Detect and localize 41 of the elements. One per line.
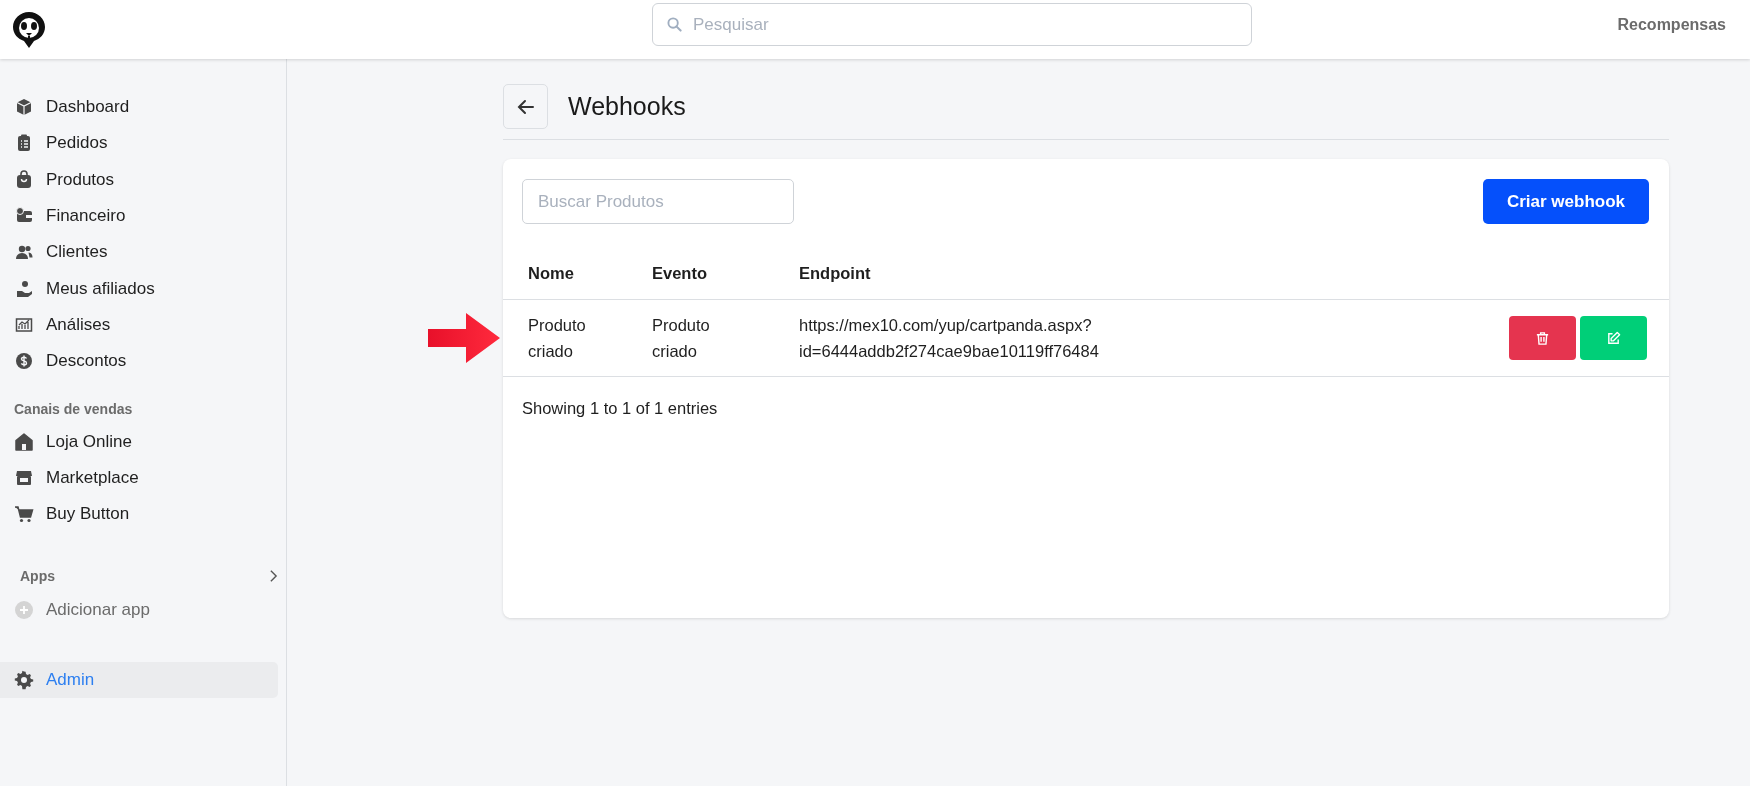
entries-info: Showing 1 to 1 of 1 entries: [521, 398, 719, 418]
create-webhook-button[interactable]: Criar webhook: [1482, 179, 1649, 224]
settings-icon: [14, 669, 34, 690]
cart-icon: [14, 504, 34, 525]
sidebar-item[interactable]: Meus afiliados: [0, 270, 278, 307]
back-button[interactable]: [503, 84, 548, 129]
sidebar-item[interactable]: Clientes: [0, 234, 278, 271]
column-header: Nome: [503, 248, 652, 300]
box-icon: [14, 97, 34, 118]
table-cell-text: Produto criado: [652, 315, 711, 362]
trash-icon: [1535, 330, 1550, 346]
edit-icon: [1606, 330, 1621, 346]
sidebar-item[interactable]: Produtos: [0, 161, 278, 198]
column-header: Endpoint: [799, 248, 1509, 300]
search-field[interactable]: Buscar Produtos: [522, 179, 794, 224]
hand-person-icon: [14, 278, 34, 299]
add-app-item[interactable]: Adicionar app: [0, 592, 278, 629]
panda-logo-icon[interactable]: [12, 10, 46, 49]
chevron-right-icon[interactable]: [269, 569, 278, 584]
sidebar-item[interactable]: Buy Button: [0, 495, 278, 533]
house-icon: [14, 431, 34, 452]
column-header: Evento: [652, 248, 799, 300]
search-field[interactable]: Pesquisar: [652, 3, 1252, 46]
section-heading: Canais de vendas: [13, 401, 134, 418]
page-title: Webhooks: [568, 92, 686, 121]
table-cell-text: https://mex10.com/yup/cartpanda.aspx?id=6444addb2f274cae9bae10119ff76484: [799, 315, 1100, 362]
sidebar-item[interactable]: Financeiro: [0, 197, 278, 235]
dollar-icon: [14, 351, 34, 372]
sidebar-item[interactable]: Pedidos: [0, 125, 278, 162]
rewards-link[interactable]: Recompensas: [1617, 15, 1726, 34]
section-heading: Apps: [20, 568, 55, 585]
sidebar-item[interactable]: Descontos: [0, 343, 278, 380]
bag-icon: [14, 169, 34, 190]
sidebar-item[interactable]: Marketplace: [0, 459, 278, 496]
sidebar-item[interactable]: Loja Online: [0, 423, 278, 460]
table-cell-text: Produto criado: [528, 315, 587, 362]
plus-circle-icon: [14, 600, 34, 621]
search-icon: [667, 17, 682, 32]
sidebar-item[interactable]: Análises: [0, 306, 278, 344]
sidebar-item[interactable]: Dashboard: [0, 89, 278, 126]
delete-button[interactable]: [1509, 316, 1576, 360]
